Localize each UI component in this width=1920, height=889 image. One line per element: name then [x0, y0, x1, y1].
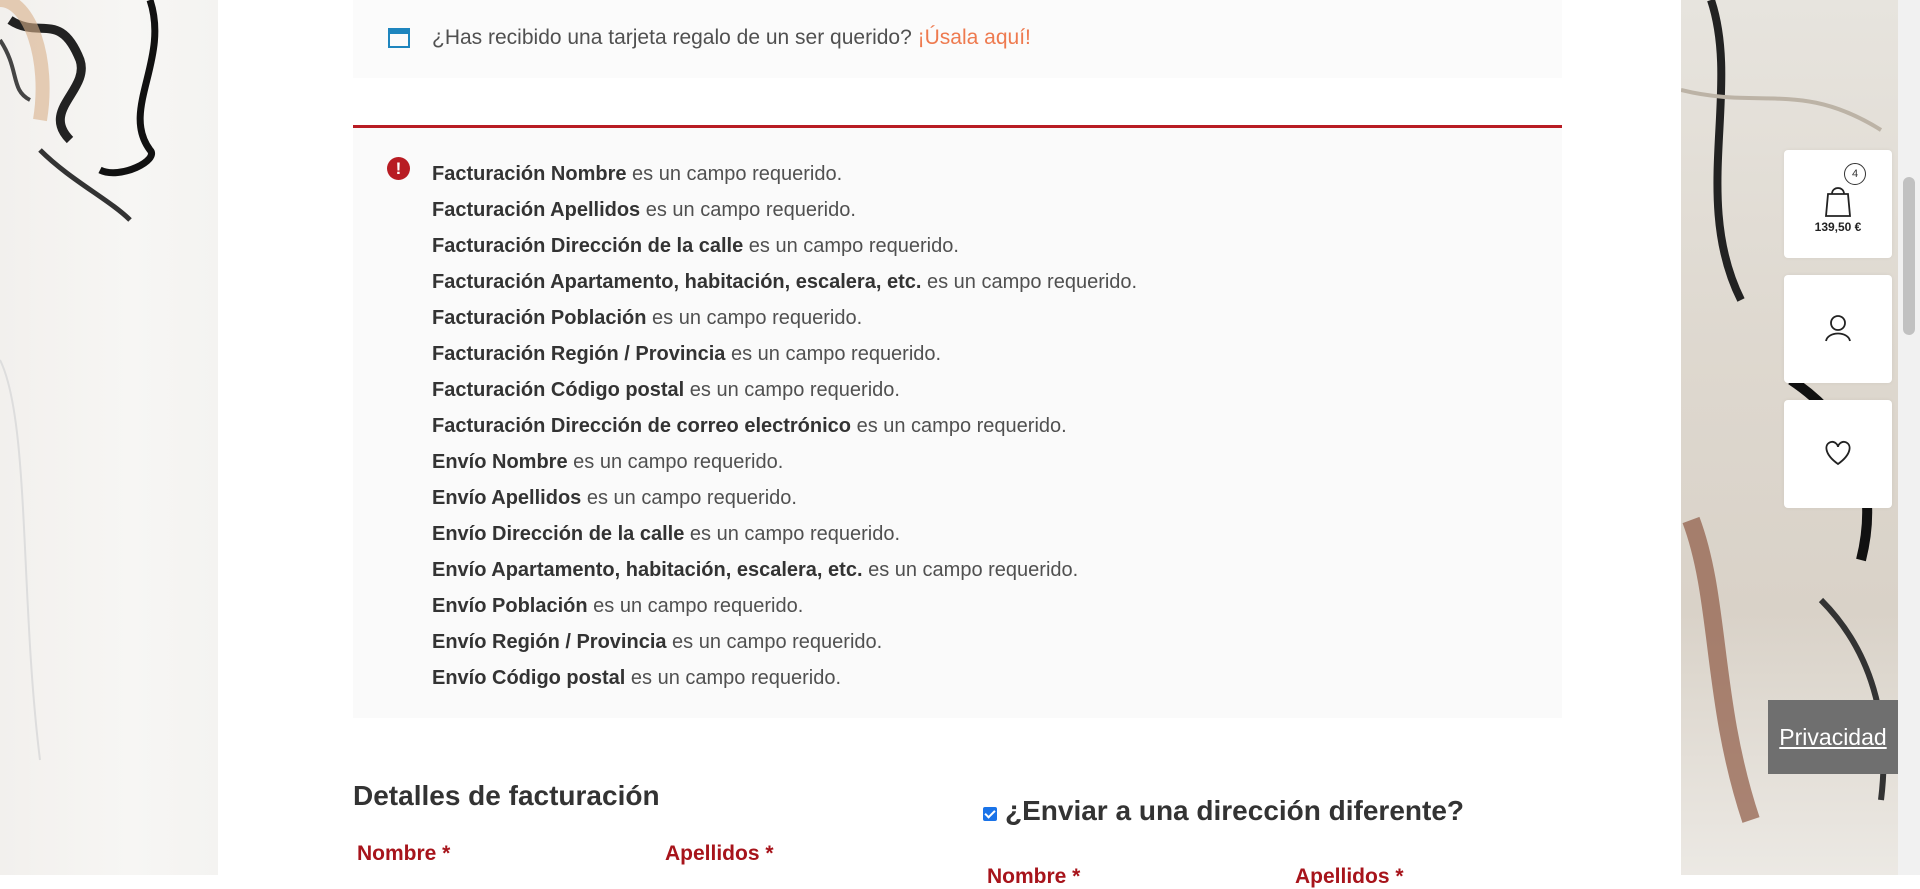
error-field-name: Envío Apartamento, habitación, escalera,… [432, 559, 863, 581]
error-message: es un campo requerido. [626, 163, 843, 185]
cart-count-badge: 4 [1844, 163, 1866, 185]
error-item: Envío Nombre es un campo requerido. [432, 444, 1137, 480]
error-message: es un campo requerido. [684, 523, 901, 545]
error-message: es un campo requerido. [725, 343, 942, 365]
error-item: Facturación Código postal es un campo re… [432, 372, 1137, 408]
background-artwork-left [0, 0, 218, 875]
error-field-name: Facturación Apartamento, habitación, esc… [432, 271, 922, 293]
error-field-name: Facturación Población [432, 307, 647, 329]
error-field-name: Envío Dirección de la calle [432, 523, 685, 545]
cart-button[interactable]: 4 139,50 € [1784, 150, 1892, 258]
heart-icon [1825, 440, 1851, 466]
gift-card-question: ¿Has recibido una tarjeta regalo de un s… [432, 26, 912, 49]
window-icon [388, 28, 410, 48]
error-field-name: Envío Región / Provincia [432, 631, 667, 653]
error-item: Facturación Dirección de la calle es un … [432, 228, 1137, 264]
error-field-name: Facturación Región / Provincia [432, 343, 726, 365]
shipping-last-name-label: Apellidos * [1295, 865, 1404, 888]
gift-card-text: ¿Has recibido una tarjeta regalo de un s… [432, 26, 1031, 50]
error-field-name: Facturación Nombre [432, 163, 627, 185]
error-field-name: Facturación Código postal [432, 379, 685, 401]
error-item: Facturación Población es un campo requer… [432, 300, 1137, 336]
error-item: Envío Población es un campo requerido. [432, 588, 1137, 624]
wishlist-button[interactable] [1784, 400, 1892, 508]
error-item: Facturación Nombre es un campo requerido… [432, 156, 1137, 192]
ship-different-label[interactable]: ¿Enviar a una dirección diferente? [1005, 795, 1464, 827]
error-item: Envío Apartamento, habitación, escalera,… [432, 552, 1137, 588]
error-message: es un campo requerido. [567, 451, 784, 473]
error-item: Envío Dirección de la calle es un campo … [432, 516, 1137, 552]
error-message: es un campo requerido. [666, 631, 883, 653]
error-item: Envío Región / Provincia es un campo req… [432, 624, 1137, 660]
shipping-first-name-label: Nombre * [987, 865, 1081, 888]
error-field-name: Facturación Apellidos [432, 199, 641, 221]
error-item: Envío Código postal es un campo requerid… [432, 660, 1137, 696]
page-scrollbar[interactable] [1898, 0, 1920, 875]
shopping-bag-icon [1825, 187, 1851, 217]
error-message: es un campo requerido. [743, 235, 959, 257]
error-message: es un campo requerido. [684, 379, 900, 401]
error-field-name: Envío Nombre [432, 451, 568, 473]
error-field-name: Envío Población [432, 595, 588, 617]
error-message: es un campo requerido. [581, 487, 797, 509]
error-item: Envío Apellidos es un campo requerido. [432, 480, 1137, 516]
error-message: es un campo requerido. [625, 667, 842, 689]
ink-artwork-left [0, 0, 159, 761]
error-item: Facturación Región / Provincia es un cam… [432, 336, 1137, 372]
cart-total: 139,50 € [1814, 220, 1862, 234]
error-item: Facturación Dirección de correo electrón… [432, 408, 1137, 444]
error-message: es un campo requerido. [862, 559, 1079, 581]
billing-details-title: Detalles de facturación [353, 780, 660, 811]
use-gift-card-link[interactable]: ¡Úsala aquí! [918, 26, 1031, 49]
error-icon: ! [387, 157, 410, 180]
error-field-name: Facturación Dirección de correo electrón… [432, 415, 852, 437]
error-item: Facturación Apellidos es un campo requer… [432, 192, 1137, 228]
error-list: Facturación Nombre es un campo requerido… [432, 156, 1137, 696]
billing-last-name-label: Apellidos * [665, 842, 774, 865]
error-field-name: Facturación Dirección de la calle [432, 235, 744, 257]
scrollbar-thumb[interactable] [1903, 177, 1915, 335]
user-icon [1825, 315, 1851, 342]
billing-first-name-label: Nombre * [357, 842, 451, 865]
error-field-name: Envío Apellidos [432, 487, 582, 509]
error-message: es un campo requerido. [921, 271, 1138, 293]
error-item: Facturación Apartamento, habitación, esc… [432, 264, 1137, 300]
ship-different-checkbox[interactable] [983, 807, 997, 821]
checkout-content: ¿Has recibido una tarjeta regalo de un s… [218, 0, 1681, 888]
error-message: es un campo requerido. [587, 595, 804, 617]
error-message: es un campo requerido. [646, 307, 863, 329]
privacy-button[interactable]: Privacidad [1768, 700, 1898, 774]
error-message: es un campo requerido. [851, 415, 1067, 437]
error-field-name: Envío Código postal [432, 667, 626, 689]
error-message: es un campo requerido. [640, 199, 856, 221]
account-button[interactable] [1784, 275, 1892, 383]
